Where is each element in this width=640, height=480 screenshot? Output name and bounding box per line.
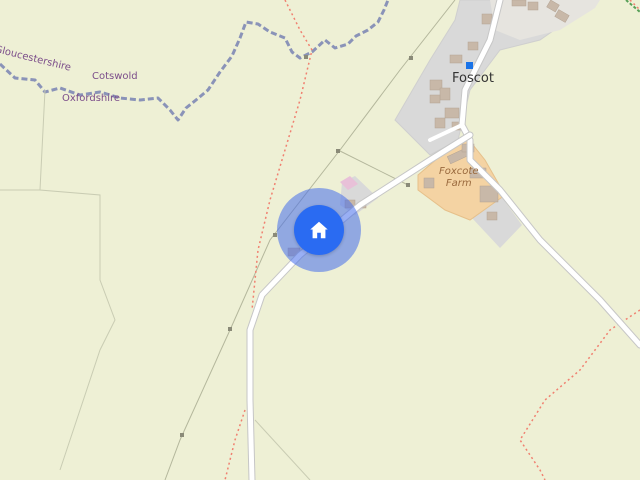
farm-label-line1: Foxcote — [439, 166, 479, 177]
oxfordshire-label: Oxfordshire — [62, 93, 121, 104]
place-label-foscot: Foscot — [452, 71, 494, 86]
bus-stop-icon — [466, 62, 473, 69]
farm-label: Foxcote Farm — [439, 166, 478, 190]
home-icon — [310, 221, 328, 239]
cotswold-label: Cotswold — [92, 71, 138, 82]
green-boundary — [625, 0, 640, 13]
home-marker-button[interactable] — [294, 205, 344, 255]
map-canvas[interactable]: Cotswold Gloucestershire Oxfordshire Fos… — [0, 0, 640, 480]
farm-label-line2: Farm — [445, 178, 472, 189]
field-boundaries — [0, 89, 311, 480]
